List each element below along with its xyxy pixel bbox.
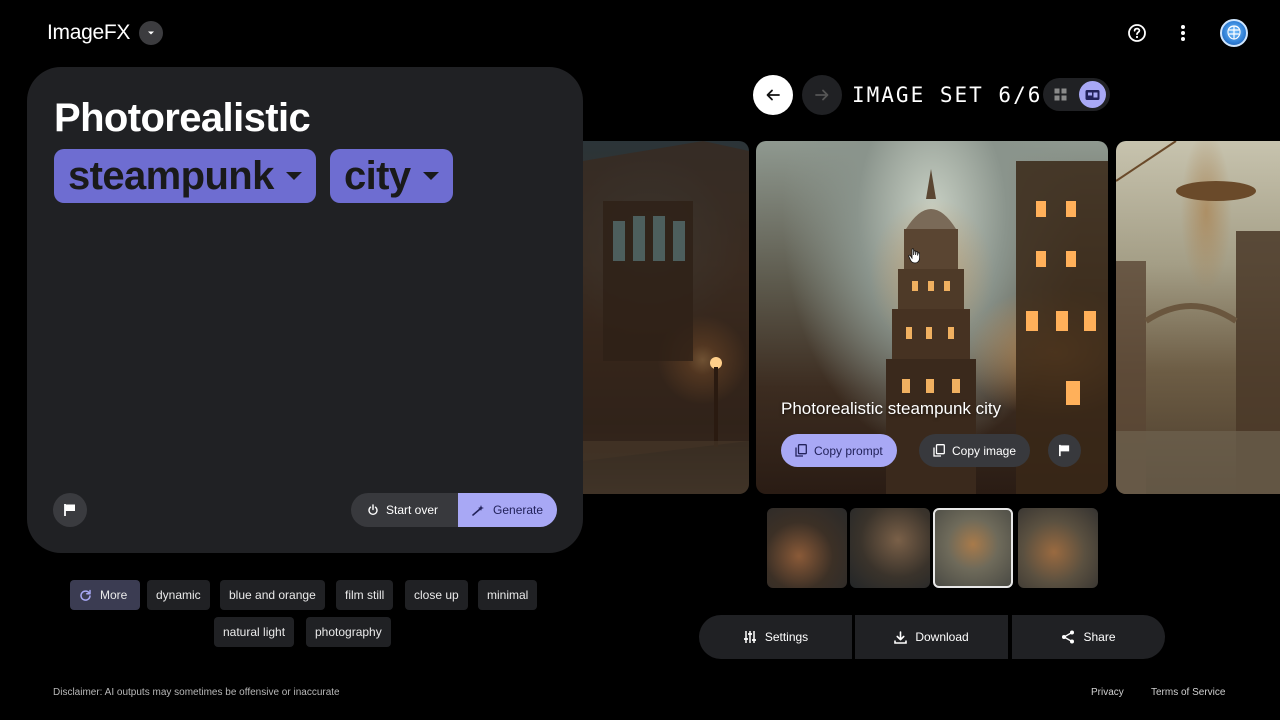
suggestion-chip[interactable]: natural light <box>214 617 295 647</box>
suggestion-chip[interactable]: photography <box>306 617 391 647</box>
generate-label: Generate <box>493 503 544 517</box>
selected-image[interactable]: Photorealistic steampunk city Copy promp… <box>756 141 1108 494</box>
suggestion-chip[interactable]: film still <box>336 580 394 610</box>
report-image-button[interactable] <box>1048 434 1081 467</box>
image-set-label: IMAGE SET 6/6 <box>852 83 1043 107</box>
suggestion-chip[interactable]: blue and orange <box>220 580 325 610</box>
prompt-chip-city[interactable]: city <box>330 149 453 203</box>
view-mode-toggle <box>1043 78 1110 111</box>
hand-cursor-icon <box>908 248 920 264</box>
prompt-chip-label: city <box>344 153 411 198</box>
start-over-label: Start over <box>386 503 439 517</box>
suggestion-chip[interactable]: minimal <box>478 580 538 610</box>
power-icon <box>368 504 378 516</box>
steampunk-building-illustration <box>583 141 749 494</box>
more-suggestions-button[interactable]: More <box>70 580 140 610</box>
airship-city-illustration <box>1116 141 1280 494</box>
flag-icon <box>64 504 75 516</box>
thumbnail-3-selected[interactable] <box>933 508 1013 588</box>
tune-icon <box>743 631 756 643</box>
copy-image-label: Copy image <box>952 443 1017 458</box>
caret-down-icon <box>422 172 439 180</box>
copy-image-button[interactable]: Copy image <box>919 434 1031 467</box>
grid-icon <box>1054 88 1067 101</box>
flag-icon <box>1059 444 1070 457</box>
refresh-icon <box>80 589 91 601</box>
suggestion-chip[interactable]: close up <box>405 580 468 610</box>
caret-down-icon <box>148 31 154 35</box>
settings-button[interactable]: Settings <box>699 615 852 659</box>
prompt-chip-label: steampunk <box>68 153 274 198</box>
share-button[interactable]: Share <box>1012 615 1165 659</box>
sparkle-wand-icon <box>472 505 485 516</box>
start-over-button[interactable]: Start over <box>351 493 459 527</box>
prompt-chip-steampunk[interactable]: steampunk <box>54 149 316 203</box>
download-button[interactable]: Download <box>855 615 1008 659</box>
download-label: Download <box>915 630 969 644</box>
help-button[interactable] <box>1125 21 1149 45</box>
previous-set-button[interactable] <box>753 75 793 115</box>
grid-view-button[interactable] <box>1047 81 1074 108</box>
report-button[interactable] <box>53 493 87 527</box>
help-icon <box>1128 24 1146 42</box>
next-image[interactable] <box>1116 141 1280 494</box>
copy-prompt-label: Copy prompt <box>814 443 883 458</box>
download-icon <box>894 630 908 644</box>
copy-prompt-button[interactable]: Copy prompt <box>781 434 897 467</box>
account-avatar[interactable] <box>1220 19 1248 47</box>
image-caption: Photorealistic steampunk city <box>781 399 1002 418</box>
share-icon <box>1062 630 1075 644</box>
privacy-link[interactable]: Privacy <box>1091 687 1124 698</box>
generate-button[interactable]: Generate <box>458 493 558 527</box>
thumbnail-1[interactable] <box>767 508 847 588</box>
thumbnail-4[interactable] <box>1018 508 1098 588</box>
more-label: More <box>100 588 128 602</box>
more-vert-icon <box>1181 25 1185 41</box>
copy-icon <box>795 444 807 457</box>
caret-down-icon <box>285 172 302 180</box>
brain-icon <box>1227 25 1241 40</box>
thumbnail-2[interactable] <box>850 508 930 588</box>
terms-link[interactable]: Terms of Service <box>1151 687 1225 698</box>
disclaimer-text: Disclaimer: AI outputs may sometimes be … <box>53 687 340 698</box>
app-logo[interactable]: ImageFX <box>47 21 130 45</box>
more-options-button[interactable] <box>1171 21 1195 45</box>
suggestion-chip[interactable]: dynamic <box>147 580 210 610</box>
settings-label: Settings <box>764 630 809 644</box>
arrow-left-icon <box>766 89 780 101</box>
carousel-icon <box>1085 89 1100 100</box>
arrow-right-icon <box>815 89 829 101</box>
copy-icon <box>933 444 945 457</box>
prompt-actions: Start over Generate <box>351 493 558 527</box>
next-set-button[interactable] <box>802 75 842 115</box>
prompt-text[interactable]: Photorealistic <box>54 96 311 141</box>
share-label: Share <box>1083 630 1116 644</box>
carousel-view-button[interactable] <box>1079 81 1106 108</box>
app-menu-dropdown[interactable] <box>139 21 163 45</box>
previous-image[interactable] <box>583 141 749 494</box>
